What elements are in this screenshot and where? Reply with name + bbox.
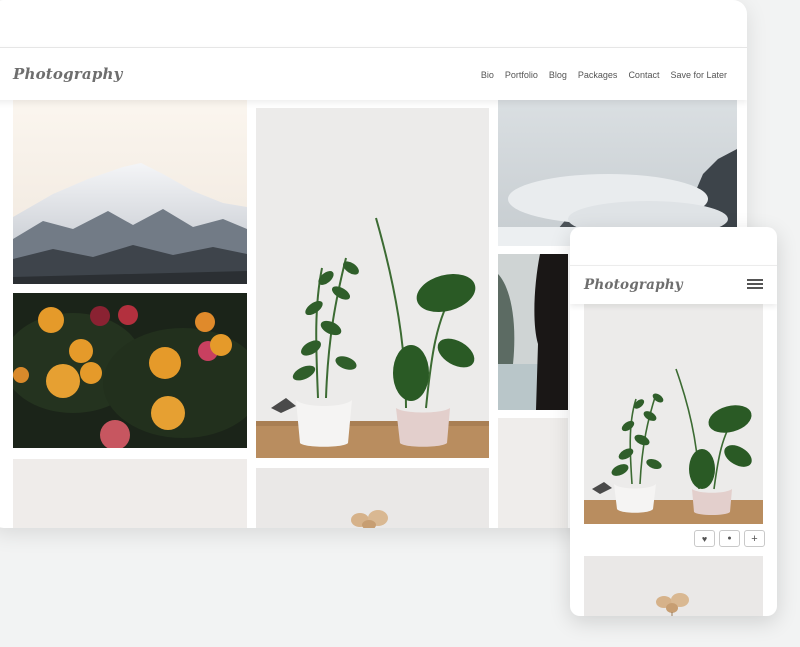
comment-icon[interactable]: ● [719,530,740,547]
mobile-header: Photography [570,265,777,304]
mobile-photo-dried-flower[interactable] [584,556,763,616]
photo-faded-left[interactable] [13,459,247,528]
photo-person[interactable] [498,254,568,410]
mobile-logo[interactable]: Photography [584,277,683,293]
photo-dried-flower[interactable] [256,468,489,528]
plus-glyph: + [751,532,758,545]
nav-contact[interactable]: Contact [628,70,659,80]
mobile-preview: Photography ♥ ● + [570,227,777,616]
heart-icon[interactable]: ♥ [694,530,715,547]
nav-packages[interactable]: Packages [578,70,618,80]
site-logo[interactable]: Photography [13,65,123,83]
photo-plants[interactable] [256,108,489,458]
nav-save-for-later[interactable]: Save for Later [670,70,727,80]
photo-actions: ♥ ● + [694,530,765,547]
main-nav: Bio Portfolio Blog Packages Contact Save… [481,70,727,80]
comment-glyph: ● [727,535,732,542]
nav-blog[interactable]: Blog [549,70,567,80]
photo-faded-right[interactable] [498,418,568,528]
plus-icon[interactable]: + [744,530,765,547]
photo-cloudy-peaks[interactable] [498,99,737,246]
mobile-photo-plants[interactable] [584,304,763,524]
heart-glyph: ♥ [701,533,708,544]
site-header: Photography Bio Portfolio Blog Packages … [0,47,747,100]
nav-bio[interactable]: Bio [481,70,494,80]
hamburger-menu-icon[interactable] [747,279,763,289]
photo-mountain[interactable] [13,99,247,284]
nav-portfolio[interactable]: Portfolio [505,70,538,80]
photo-flowers[interactable] [13,293,247,448]
